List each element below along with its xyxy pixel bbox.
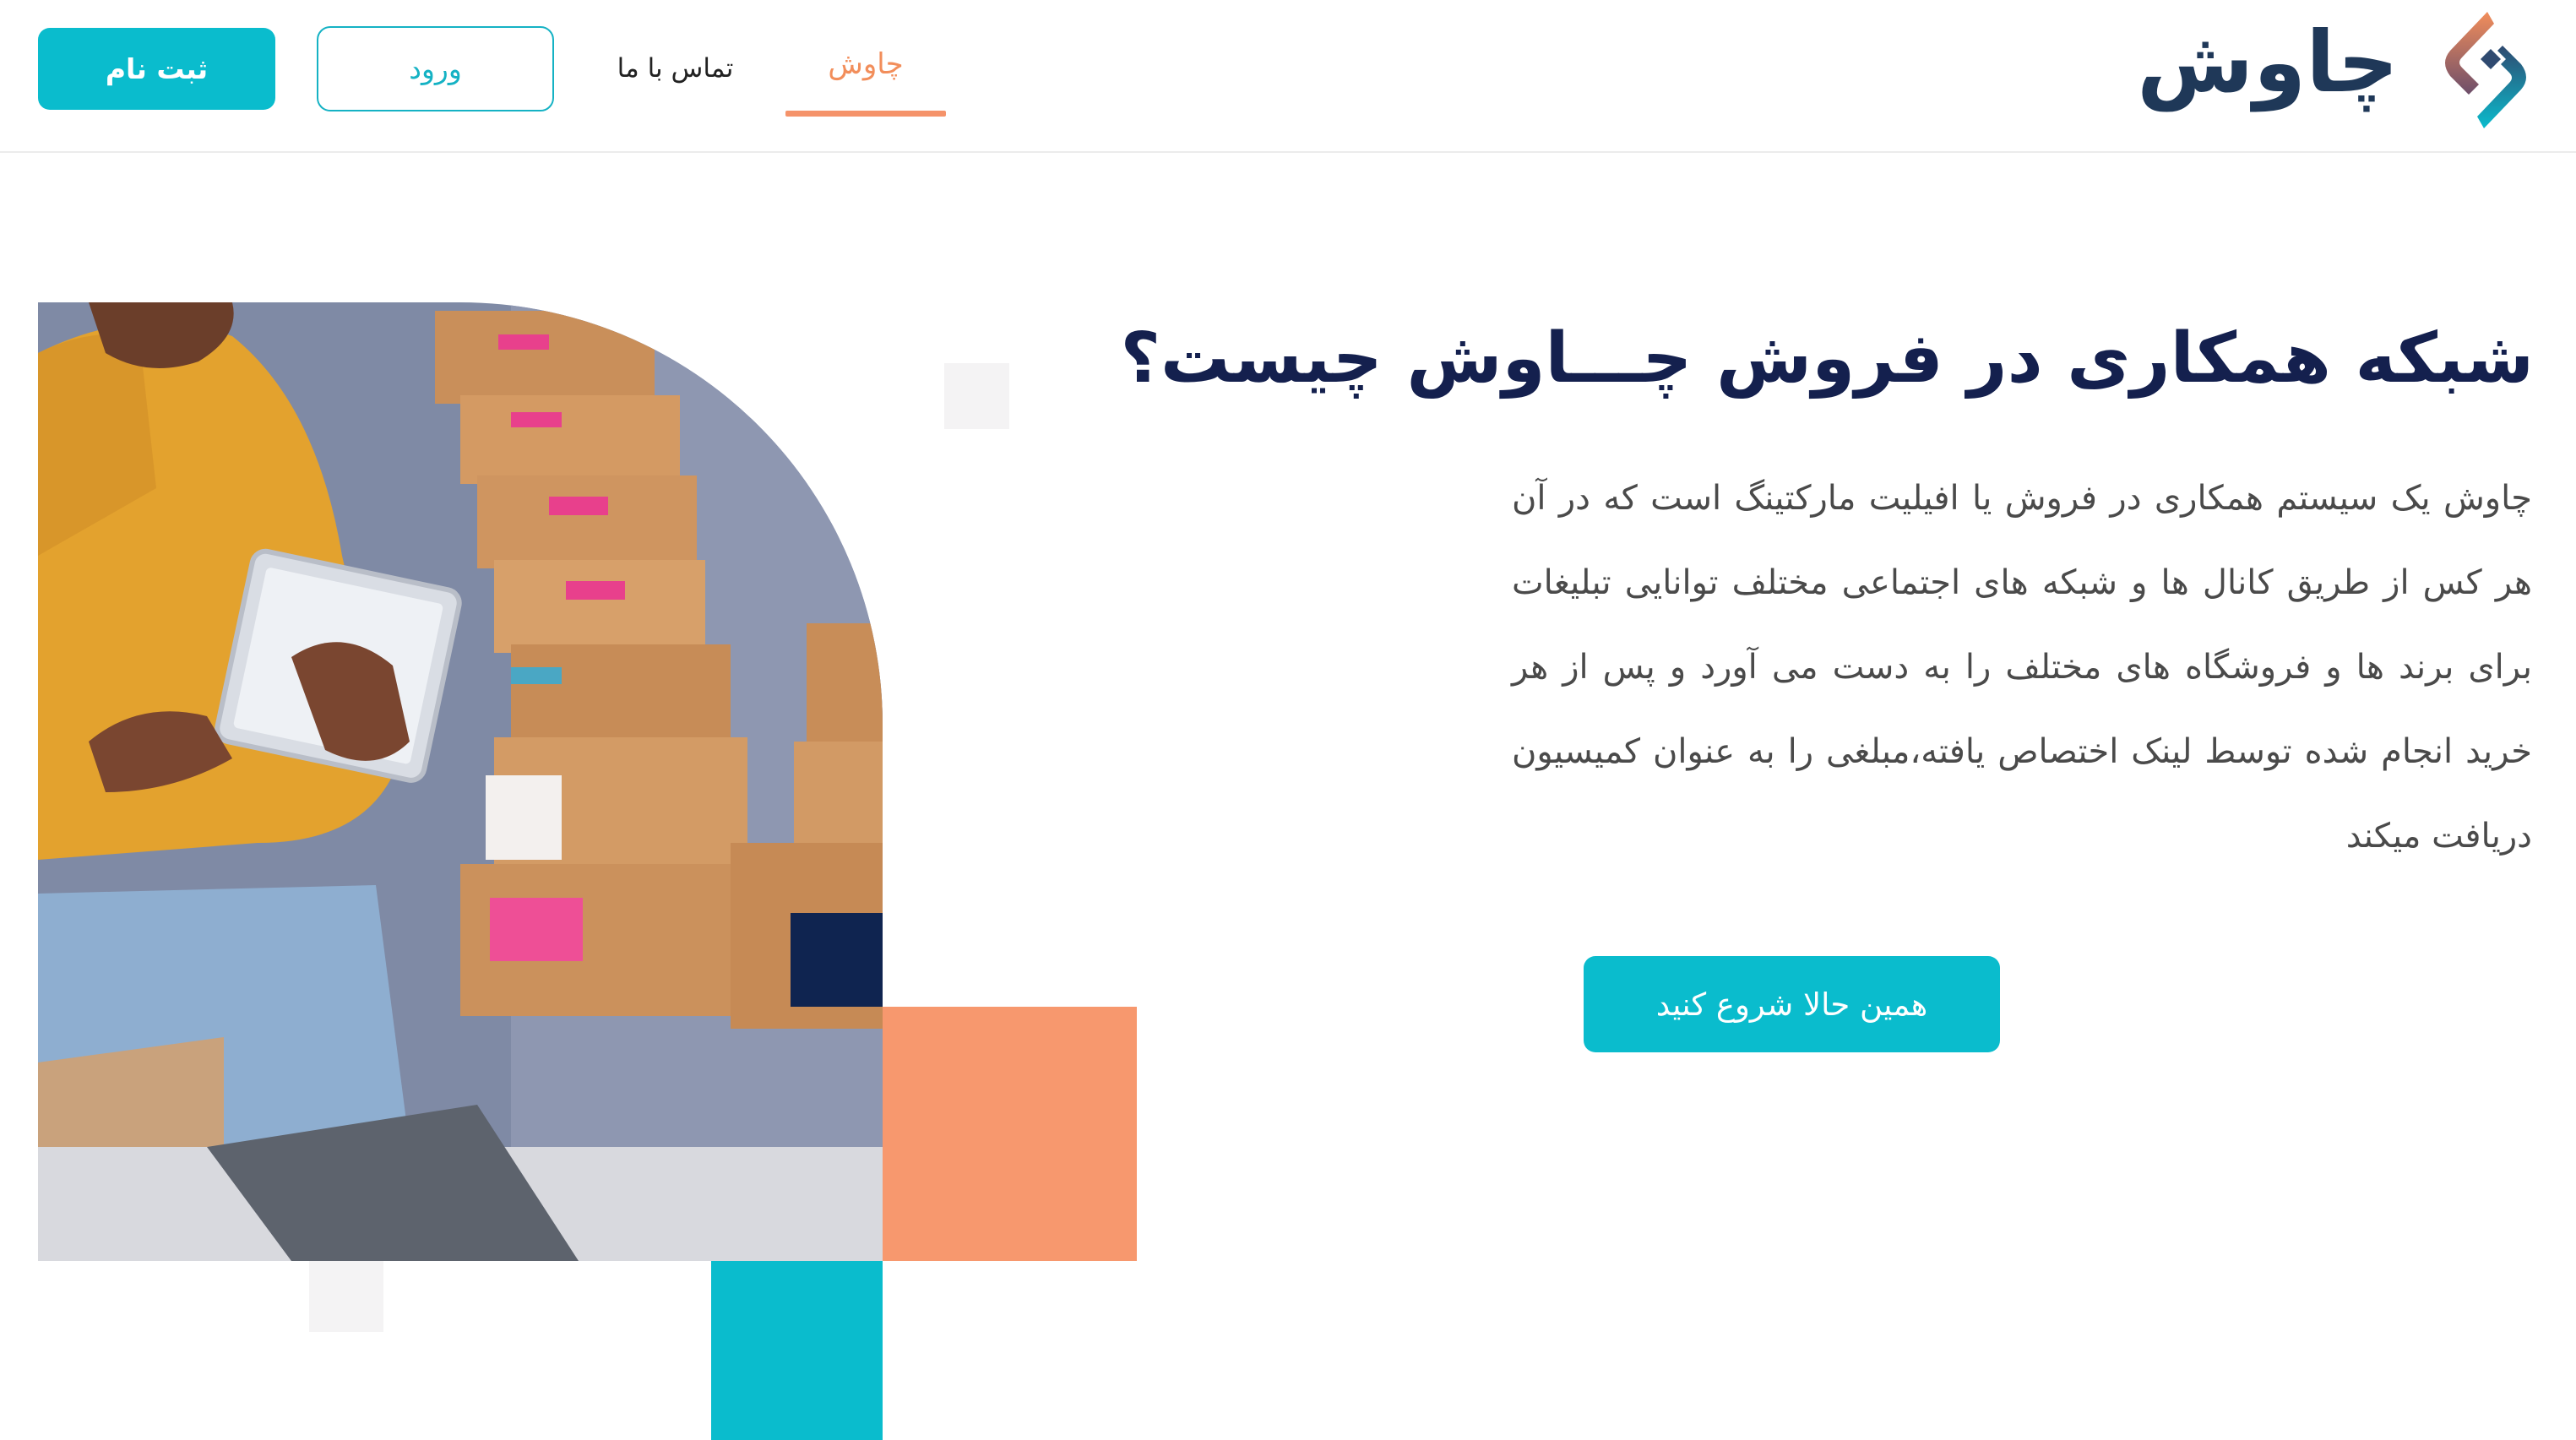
nav-item-home[interactable]: چاوش — [785, 41, 946, 117]
get-started-button[interactable]: همین حالا شروع کنید — [1584, 956, 2000, 1052]
top-navbar: ثبت نام ورود تماس با ما چاوش چاوش — [0, 0, 2576, 153]
logo-text[interactable]: چاوش — [2137, 7, 2400, 117]
decor-square-orange — [883, 1007, 1137, 1261]
chavosh-logo-icon[interactable] — [2435, 7, 2536, 133]
hero-title: شبکه همکاری در فروش چـــاوش چیست؟ — [1120, 318, 2534, 399]
decor-square-teal — [711, 1261, 883, 1440]
nav-item-contact[interactable]: تماس با ما — [601, 44, 749, 93]
decor-square-navy — [791, 913, 883, 1007]
decor-square-light-top — [944, 363, 1009, 429]
hero-description: چاوش یک سیستم همکاری در فروش یا افیلیت م… — [1512, 479, 2532, 856]
register-button[interactable]: ثبت نام — [38, 28, 275, 110]
active-nav-indicator — [785, 111, 946, 117]
page: ثبت نام ورود تماس با ما چاوش چاوش شبکه ه… — [0, 0, 2576, 1440]
login-button[interactable]: ورود — [317, 26, 554, 111]
hero-photo — [38, 302, 883, 1261]
decor-square-light-bottom — [309, 1261, 383, 1332]
woman-with-tablet-and-boxes-illustration — [38, 302, 883, 1261]
